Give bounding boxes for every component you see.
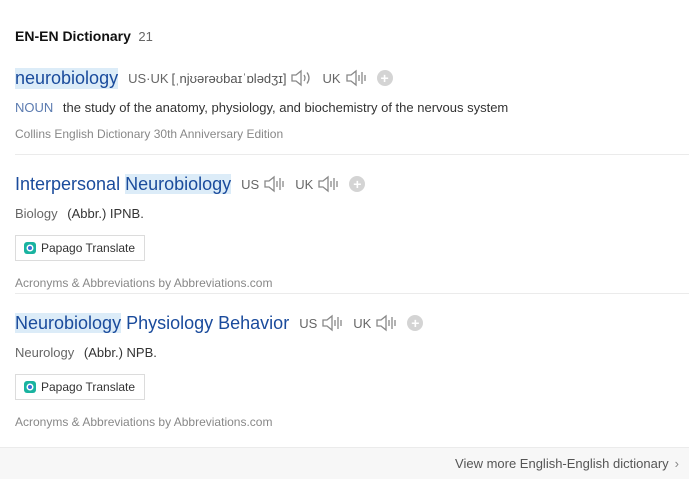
headword-part: Physiology Behavior [126,312,290,333]
us-label: US [241,176,260,192]
speaker-icon[interactable] [290,69,312,87]
speaker-icon[interactable] [263,175,285,193]
dictionary-title: EN-EN Dictionary [15,28,131,44]
pronunciation-us: US [299,314,343,332]
headword-link[interactable]: Neurobiology Physiology Behavior [15,312,290,334]
ipa-text: [ˌnjʊərəʊbaɪˈɒlədʒɪ] [171,70,287,86]
speaker-icon[interactable] [321,314,343,332]
definition-text: (Abbr.) IPNB. [67,206,144,221]
headword-part: Interpersonal [15,173,121,194]
headword-link[interactable]: Interpersonal Neurobiology [15,173,232,195]
papago-logo-icon [24,242,36,254]
divider [15,154,689,155]
result-count: 21 [138,29,153,44]
entry-headline: Interpersonal Neurobiology US UK + [15,172,689,196]
papago-translate-label: Papago Translate [41,380,136,394]
definition-text: (Abbr.) NPB. [83,345,157,360]
chevron-right-icon: › [674,456,679,471]
source-label: Acronyms & Abbreviations by Abbreviation… [15,276,273,290]
dictionary-entry: Interpersonal Neurobiology US UK + Biolo… [15,172,689,290]
speaker-icon[interactable] [317,175,339,193]
speaker-icon[interactable] [345,69,367,87]
speaker-icon[interactable] [375,314,397,332]
part-of-speech: NOUN [15,100,54,115]
uk-label: UK [353,315,372,331]
us-uk-label: US·UK [128,70,169,86]
add-icon[interactable]: + [349,176,366,192]
papago-translate-label: Papago Translate [41,241,136,255]
pronunciation-us-uk: US·UK [ˌnjʊərəʊbaɪˈɒlədʒɪ] [128,69,312,87]
dictionary-entry: neurobiology US·UK [ˌnjʊərəʊbaɪˈɒlədʒɪ] … [15,66,689,141]
entry-headline: neurobiology US·UK [ˌnjʊərəʊbaɪˈɒlədʒɪ] … [15,66,689,90]
papago-translate-button[interactable]: Papago Translate [15,374,146,400]
view-more-label: View more English-English dictionary [455,456,669,471]
headword-link[interactable]: neurobiology [15,67,119,89]
definition-line: NOUN the study of the anatomy, physiolog… [15,100,689,115]
definition-line: Biology (Abbr.) IPNB. [15,206,689,221]
papago-logo-icon [24,381,36,393]
add-icon[interactable]: + [407,315,424,331]
pronunciation-us: US [241,175,285,193]
uk-label: UK [322,70,341,86]
source-label: Acronyms & Abbreviations by Abbreviation… [15,415,273,429]
pronunciation-uk: UK [295,175,339,193]
pronunciation-uk: UK [322,69,366,87]
field-label: Biology [15,206,58,221]
source-label: Collins English Dictionary 30th Annivers… [15,127,284,141]
divider [15,293,689,294]
footer-bar: View more English-English dictionary › [0,447,689,479]
us-label: US [299,315,318,331]
definition-text: the study of the anatomy, physiology, an… [62,100,509,115]
uk-label: UK [295,176,314,192]
entry-headline: Neurobiology Physiology Behavior US UK + [15,311,689,335]
dictionary-entry: Neurobiology Physiology Behavior US UK +… [15,311,689,429]
pronunciation-uk: UK [353,314,397,332]
field-label: Neurology [15,345,75,360]
dictionary-header: EN-EN Dictionary 21 [15,28,153,46]
headword-highlight: Neurobiology [15,312,122,333]
add-icon[interactable]: + [376,70,393,86]
definition-line: Neurology (Abbr.) NPB. [15,345,689,360]
papago-translate-button[interactable]: Papago Translate [15,235,146,261]
view-more-link[interactable]: View more English-English dictionary › [455,456,679,471]
headword-highlight: Neurobiology [125,173,232,194]
